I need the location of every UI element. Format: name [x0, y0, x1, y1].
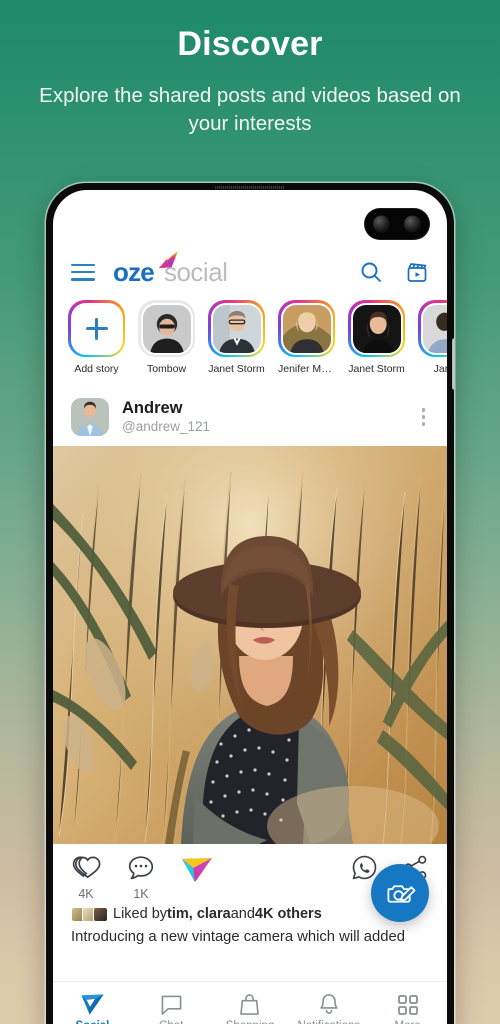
- bell-icon: [289, 993, 368, 1016]
- send-triangle-icon: [53, 993, 132, 1016]
- story-ring: [348, 300, 405, 357]
- avatar: [142, 304, 191, 353]
- nav-label: Shopping: [211, 1020, 290, 1024]
- story-ring: [208, 300, 265, 357]
- phone-earpiece-speaker: [215, 186, 285, 189]
- story-ring-inner: [350, 302, 403, 355]
- camera-lens-right-icon: [404, 215, 421, 233]
- nav-label: Chat: [132, 1020, 211, 1024]
- story-label: Janet: [433, 363, 447, 375]
- comment-button[interactable]: 1K: [127, 854, 155, 901]
- promo-header: Discover Explore the shared posts and vi…: [0, 0, 500, 137]
- phone-side-button: [452, 338, 454, 390]
- story-label: Jenifer Mu...: [278, 363, 335, 375]
- story-ring-inner: [420, 302, 447, 355]
- kebab-menu-icon[interactable]: [418, 404, 429, 429]
- story-label: Janet Storm: [208, 363, 265, 375]
- post-caption: Introducing a new vintage camera which w…: [71, 929, 405, 945]
- search-icon[interactable]: [359, 260, 383, 284]
- hamburger-menu-icon[interactable]: [71, 263, 95, 281]
- story-item-janet-storm-1[interactable]: Janet Storm: [208, 300, 265, 386]
- app-logo: oze social: [113, 250, 228, 287]
- story-ring-inner: [70, 302, 123, 355]
- story-label: Tombow: [146, 363, 187, 375]
- story-ring-inner: [280, 302, 333, 355]
- post-author-avatar[interactable]: [71, 398, 109, 436]
- story-item-janet-partial[interactable]: Janet: [418, 300, 447, 386]
- post-author-name: Andrew: [122, 399, 183, 418]
- app-bar: oze social: [53, 248, 447, 296]
- nav-label: Social: [53, 1020, 132, 1024]
- story-ring: [418, 300, 447, 357]
- nav-item-chat[interactable]: Chat: [132, 993, 211, 1024]
- avatar: [212, 304, 261, 353]
- story-label: Janet Storm: [348, 363, 405, 375]
- story-item-jenifer[interactable]: Jenifer Mu...: [278, 300, 335, 386]
- like-button[interactable]: 4K: [71, 854, 101, 901]
- grid-icon: [368, 993, 447, 1016]
- phone-screen: oze social Add story Tombow Janet Storm …: [53, 190, 447, 1024]
- nav-item-more[interactable]: More: [368, 993, 447, 1024]
- post-header: Andrew @andrew_121: [53, 388, 447, 446]
- avatar: [352, 304, 401, 353]
- nav-item-shopping[interactable]: Shopping: [211, 993, 290, 1024]
- create-post-fab[interactable]: [371, 864, 429, 922]
- liked-by-others: 4K others: [254, 906, 322, 922]
- page-title: Discover: [177, 25, 323, 63]
- shopping-bag-icon: [211, 993, 290, 1016]
- post-author-meta: Andrew @andrew_121: [122, 399, 210, 434]
- camera-lens-left-icon: [373, 215, 390, 233]
- story-ring: [278, 300, 335, 357]
- brand-name-primary: oze: [113, 257, 155, 287]
- story-ring: [138, 300, 195, 357]
- nav-item-notifications[interactable]: Notifications: [289, 993, 368, 1024]
- story-item-add[interactable]: Add story: [68, 300, 125, 386]
- liked-by-avatars: [71, 906, 108, 922]
- post-author-handle: @andrew_121: [122, 418, 211, 434]
- bottom-navigation: Social Chat Shopping: [53, 981, 447, 1024]
- plus-icon: [72, 304, 121, 353]
- story-item-tombow[interactable]: Tombow: [138, 300, 195, 386]
- send-arrow-icon[interactable]: [181, 856, 213, 889]
- logo-triangle-icon: [158, 250, 178, 269]
- avatar: [422, 304, 447, 353]
- story-ring-inner: [210, 302, 263, 355]
- chat-bubble-icon: [132, 993, 211, 1016]
- liked-avatar: [93, 906, 108, 922]
- liked-by-mid: and: [230, 906, 255, 922]
- story-ring-inner: [140, 302, 193, 355]
- post-image[interactable]: [53, 444, 447, 844]
- story-label: Add story: [74, 363, 119, 375]
- promo-subtitle: Explore the shared posts and videos base…: [39, 84, 461, 135]
- nav-label: More: [368, 1020, 447, 1024]
- front-camera-cutout: [365, 209, 429, 239]
- avatar: [282, 304, 331, 353]
- nav-label: Notifications: [289, 1020, 368, 1024]
- liked-by-names: tim, clara: [167, 906, 231, 922]
- stories-carousel[interactable]: Add story Tombow Janet Storm Jenifer Mu.…: [53, 300, 447, 386]
- nav-item-social[interactable]: Social: [53, 993, 132, 1024]
- phone-mockup: oze social Add story Tombow Janet Storm …: [46, 183, 454, 1024]
- like-count: 4K: [78, 887, 94, 901]
- add-story-avatar: [72, 304, 121, 353]
- post-actions: 4K 1K Liked by tim, clara and 4K others …: [53, 844, 447, 962]
- liked-by-prefix: Liked by: [113, 906, 168, 922]
- story-ring: [68, 300, 125, 357]
- comment-count: 1K: [133, 887, 149, 901]
- clapperboard-icon[interactable]: [405, 260, 429, 284]
- story-item-janet-storm-2[interactable]: Janet Storm: [348, 300, 405, 386]
